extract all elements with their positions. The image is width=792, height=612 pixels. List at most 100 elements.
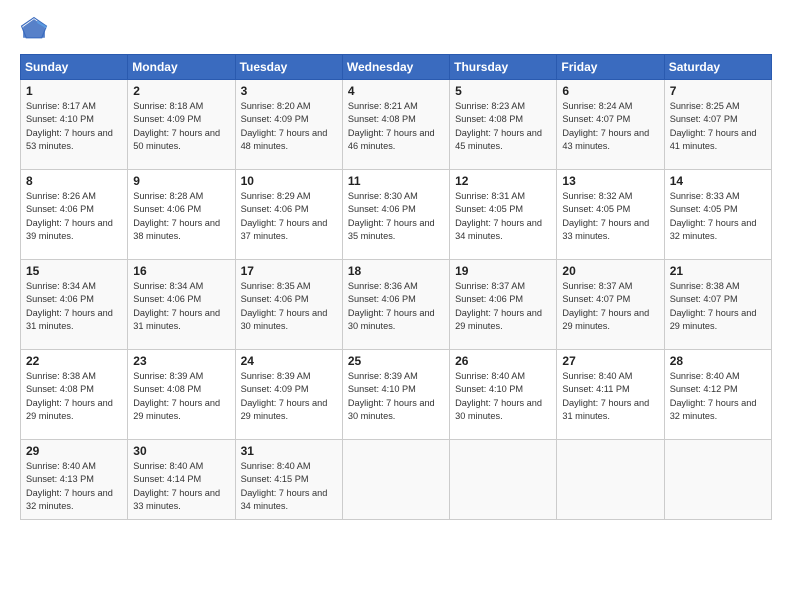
calendar-cell: 24 Sunrise: 8:39 AMSunset: 4:09 PMDaylig… — [235, 350, 342, 440]
day-number: 8 — [26, 174, 123, 188]
day-number: 19 — [455, 264, 552, 278]
calendar-cell: 7 Sunrise: 8:25 AMSunset: 4:07 PMDayligh… — [664, 80, 771, 170]
day-number: 7 — [670, 84, 767, 98]
day-number: 2 — [133, 84, 230, 98]
day-number: 5 — [455, 84, 552, 98]
day-info: Sunrise: 8:18 AMSunset: 4:09 PMDaylight:… — [133, 101, 220, 151]
day-info: Sunrise: 8:32 AMSunset: 4:05 PMDaylight:… — [562, 191, 649, 241]
calendar-cell — [342, 440, 449, 520]
day-info: Sunrise: 8:25 AMSunset: 4:07 PMDaylight:… — [670, 101, 757, 151]
calendar-cell: 22 Sunrise: 8:38 AMSunset: 4:08 PMDaylig… — [21, 350, 128, 440]
day-info: Sunrise: 8:33 AMSunset: 4:05 PMDaylight:… — [670, 191, 757, 241]
day-number: 13 — [562, 174, 659, 188]
day-info: Sunrise: 8:40 AMSunset: 4:13 PMDaylight:… — [26, 461, 113, 511]
calendar-cell: 25 Sunrise: 8:39 AMSunset: 4:10 PMDaylig… — [342, 350, 449, 440]
day-info: Sunrise: 8:40 AMSunset: 4:15 PMDaylight:… — [241, 461, 328, 511]
calendar-cell: 20 Sunrise: 8:37 AMSunset: 4:07 PMDaylig… — [557, 260, 664, 350]
calendar-cell: 12 Sunrise: 8:31 AMSunset: 4:05 PMDaylig… — [450, 170, 557, 260]
calendar-cell: 14 Sunrise: 8:33 AMSunset: 4:05 PMDaylig… — [664, 170, 771, 260]
calendar-cell: 3 Sunrise: 8:20 AMSunset: 4:09 PMDayligh… — [235, 80, 342, 170]
weekday-header: Tuesday — [235, 55, 342, 80]
calendar-cell: 27 Sunrise: 8:40 AMSunset: 4:11 PMDaylig… — [557, 350, 664, 440]
calendar-cell: 4 Sunrise: 8:21 AMSunset: 4:08 PMDayligh… — [342, 80, 449, 170]
day-info: Sunrise: 8:28 AMSunset: 4:06 PMDaylight:… — [133, 191, 220, 241]
calendar-cell: 13 Sunrise: 8:32 AMSunset: 4:05 PMDaylig… — [557, 170, 664, 260]
calendar-cell: 11 Sunrise: 8:30 AMSunset: 4:06 PMDaylig… — [342, 170, 449, 260]
header — [20, 16, 772, 44]
calendar-cell: 2 Sunrise: 8:18 AMSunset: 4:09 PMDayligh… — [128, 80, 235, 170]
calendar-cell: 31 Sunrise: 8:40 AMSunset: 4:15 PMDaylig… — [235, 440, 342, 520]
calendar-cell: 8 Sunrise: 8:26 AMSunset: 4:06 PMDayligh… — [21, 170, 128, 260]
calendar-week-row: 22 Sunrise: 8:38 AMSunset: 4:08 PMDaylig… — [21, 350, 772, 440]
day-number: 25 — [348, 354, 445, 368]
day-info: Sunrise: 8:23 AMSunset: 4:08 PMDaylight:… — [455, 101, 542, 151]
calendar-cell: 28 Sunrise: 8:40 AMSunset: 4:12 PMDaylig… — [664, 350, 771, 440]
calendar-week-row: 15 Sunrise: 8:34 AMSunset: 4:06 PMDaylig… — [21, 260, 772, 350]
calendar-cell: 30 Sunrise: 8:40 AMSunset: 4:14 PMDaylig… — [128, 440, 235, 520]
day-info: Sunrise: 8:29 AMSunset: 4:06 PMDaylight:… — [241, 191, 328, 241]
day-number: 17 — [241, 264, 338, 278]
calendar-cell: 9 Sunrise: 8:28 AMSunset: 4:06 PMDayligh… — [128, 170, 235, 260]
day-number: 1 — [26, 84, 123, 98]
day-info: Sunrise: 8:39 AMSunset: 4:08 PMDaylight:… — [133, 371, 220, 421]
weekday-header: Wednesday — [342, 55, 449, 80]
calendar-cell: 21 Sunrise: 8:38 AMSunset: 4:07 PMDaylig… — [664, 260, 771, 350]
day-number: 22 — [26, 354, 123, 368]
day-number: 4 — [348, 84, 445, 98]
day-number: 29 — [26, 444, 123, 458]
day-number: 30 — [133, 444, 230, 458]
calendar-cell: 17 Sunrise: 8:35 AMSunset: 4:06 PMDaylig… — [235, 260, 342, 350]
calendar-week-row: 1 Sunrise: 8:17 AMSunset: 4:10 PMDayligh… — [21, 80, 772, 170]
calendar-cell — [664, 440, 771, 520]
calendar-cell: 16 Sunrise: 8:34 AMSunset: 4:06 PMDaylig… — [128, 260, 235, 350]
calendar-cell: 10 Sunrise: 8:29 AMSunset: 4:06 PMDaylig… — [235, 170, 342, 260]
day-number: 3 — [241, 84, 338, 98]
calendar-cell: 6 Sunrise: 8:24 AMSunset: 4:07 PMDayligh… — [557, 80, 664, 170]
day-number: 26 — [455, 354, 552, 368]
calendar-cell: 15 Sunrise: 8:34 AMSunset: 4:06 PMDaylig… — [21, 260, 128, 350]
day-number: 20 — [562, 264, 659, 278]
day-number: 18 — [348, 264, 445, 278]
calendar-cell: 18 Sunrise: 8:36 AMSunset: 4:06 PMDaylig… — [342, 260, 449, 350]
day-number: 6 — [562, 84, 659, 98]
day-number: 15 — [26, 264, 123, 278]
calendar-week-row: 29 Sunrise: 8:40 AMSunset: 4:13 PMDaylig… — [21, 440, 772, 520]
day-number: 11 — [348, 174, 445, 188]
calendar-week-row: 8 Sunrise: 8:26 AMSunset: 4:06 PMDayligh… — [21, 170, 772, 260]
day-number: 14 — [670, 174, 767, 188]
day-number: 24 — [241, 354, 338, 368]
day-info: Sunrise: 8:24 AMSunset: 4:07 PMDaylight:… — [562, 101, 649, 151]
calendar-cell: 26 Sunrise: 8:40 AMSunset: 4:10 PMDaylig… — [450, 350, 557, 440]
day-info: Sunrise: 8:40 AMSunset: 4:14 PMDaylight:… — [133, 461, 220, 511]
weekday-header: Friday — [557, 55, 664, 80]
day-info: Sunrise: 8:17 AMSunset: 4:10 PMDaylight:… — [26, 101, 113, 151]
day-info: Sunrise: 8:34 AMSunset: 4:06 PMDaylight:… — [26, 281, 113, 331]
calendar-cell: 1 Sunrise: 8:17 AMSunset: 4:10 PMDayligh… — [21, 80, 128, 170]
weekday-header: Monday — [128, 55, 235, 80]
day-info: Sunrise: 8:34 AMSunset: 4:06 PMDaylight:… — [133, 281, 220, 331]
day-info: Sunrise: 8:40 AMSunset: 4:10 PMDaylight:… — [455, 371, 542, 421]
day-info: Sunrise: 8:26 AMSunset: 4:06 PMDaylight:… — [26, 191, 113, 241]
calendar-cell: 5 Sunrise: 8:23 AMSunset: 4:08 PMDayligh… — [450, 80, 557, 170]
day-number: 27 — [562, 354, 659, 368]
calendar-table: SundayMondayTuesdayWednesdayThursdayFrid… — [20, 54, 772, 520]
day-number: 9 — [133, 174, 230, 188]
day-number: 23 — [133, 354, 230, 368]
weekday-header: Sunday — [21, 55, 128, 80]
day-number: 12 — [455, 174, 552, 188]
day-info: Sunrise: 8:20 AMSunset: 4:09 PMDaylight:… — [241, 101, 328, 151]
day-info: Sunrise: 8:37 AMSunset: 4:07 PMDaylight:… — [562, 281, 649, 331]
calendar-header-row: SundayMondayTuesdayWednesdayThursdayFrid… — [21, 55, 772, 80]
calendar-cell — [450, 440, 557, 520]
day-number: 10 — [241, 174, 338, 188]
day-number: 21 — [670, 264, 767, 278]
page: SundayMondayTuesdayWednesdayThursdayFrid… — [0, 0, 792, 612]
day-number: 31 — [241, 444, 338, 458]
day-info: Sunrise: 8:38 AMSunset: 4:07 PMDaylight:… — [670, 281, 757, 331]
weekday-header: Saturday — [664, 55, 771, 80]
calendar-cell: 29 Sunrise: 8:40 AMSunset: 4:13 PMDaylig… — [21, 440, 128, 520]
day-number: 16 — [133, 264, 230, 278]
calendar-cell — [557, 440, 664, 520]
day-info: Sunrise: 8:38 AMSunset: 4:08 PMDaylight:… — [26, 371, 113, 421]
day-info: Sunrise: 8:36 AMSunset: 4:06 PMDaylight:… — [348, 281, 435, 331]
